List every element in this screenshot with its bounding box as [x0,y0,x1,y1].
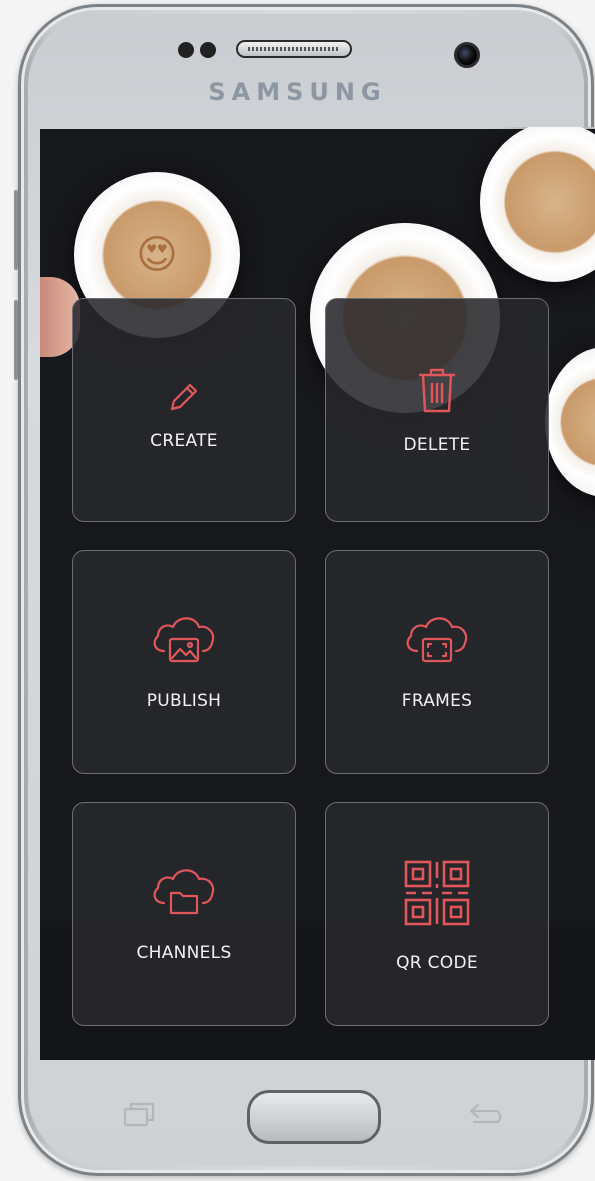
back-icon[interactable] [466,1100,506,1133]
device-mockup: SAMSUNG 😍 CREATE DELETE PUBLISH FRAMES C… [0,0,595,1181]
delete-button[interactable]: DELETE [325,298,549,522]
heart-eyes-emoji-icon: 😍 [136,232,178,278]
qr-code-button[interactable]: QR CODE [325,802,549,1026]
pencil-icon [149,367,219,427]
cloud-image-icon [149,609,219,669]
status-strip [40,127,595,129]
delete-label: DELETE [403,435,471,455]
front-camera-icon [454,42,480,68]
latte-cup-partial-image [545,347,595,497]
recent-apps-icon[interactable] [122,1100,156,1133]
channels-label: CHANNELS [136,943,232,963]
home-button[interactable] [247,1090,381,1144]
trash-icon [402,361,472,421]
publish-label: PUBLISH [146,691,222,711]
create-button[interactable]: CREATE [72,298,296,522]
light-sensor [200,42,216,58]
frames-label: FRAMES [401,691,473,711]
publish-button[interactable]: PUBLISH [72,550,296,774]
latte-cup-portrait-image [480,127,595,282]
volume-down-button [14,300,18,380]
create-label: CREATE [150,431,218,451]
cloud-frame-icon [402,609,472,669]
qr-code-label: QR CODE [396,953,478,973]
cloud-folder-icon [149,861,219,921]
earpiece-speaker [236,40,352,58]
brand-logo: SAMSUNG [208,78,387,106]
proximity-sensor [178,42,194,58]
frames-button[interactable]: FRAMES [325,550,549,774]
qr-code-icon [402,857,472,929]
volume-up-button [14,190,18,270]
channels-button[interactable]: CHANNELS [72,802,296,1026]
app-screen: 😍 CREATE DELETE PUBLISH FRAMES CHANNELS … [40,127,595,1060]
